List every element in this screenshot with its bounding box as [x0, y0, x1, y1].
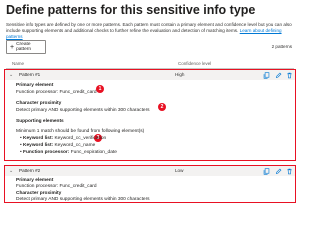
supporting-item-value: Func_expiration_date: [69, 150, 117, 155]
supporting-item-value: Keyword_cc_verification: [53, 136, 107, 141]
plus-icon: +: [10, 43, 15, 51]
callout-badge-2: 2: [158, 103, 166, 111]
pattern-count: 2 patterns: [271, 44, 292, 49]
delete-icon[interactable]: [286, 168, 293, 175]
delete-icon[interactable]: [286, 72, 293, 79]
chevron-down-icon[interactable]: ⌄: [9, 72, 13, 78]
primary-element-heading: Primary element: [16, 83, 54, 88]
pattern-name: Pattern #2: [19, 168, 41, 173]
supporting-item-key: Keyword list:: [23, 143, 54, 148]
edit-icon[interactable]: [275, 72, 282, 79]
primary-element-heading: Primary element: [16, 178, 54, 183]
create-pattern-button[interactable]: + Create pattern: [6, 40, 46, 54]
character-proximity-value: Detect primary AND supporting elements w…: [16, 197, 150, 202]
confidence-level: High: [175, 72, 185, 77]
supporting-elements-intro: Minimum 1 match should be found from fol…: [16, 129, 145, 134]
primary-element-value: Function processor: Func_credit_card: [16, 90, 97, 95]
column-header-confidence: Confidence level: [178, 61, 212, 66]
supporting-item-key: Keyword list:: [23, 136, 54, 141]
create-pattern-label: Create pattern: [16, 42, 32, 52]
confidence-level: Low: [175, 168, 184, 173]
supporting-item-3: • Function processor: Func_expiration_da…: [20, 150, 117, 155]
copy-icon[interactable]: [263, 71, 270, 79]
pattern-name: Pattern #1: [19, 72, 41, 77]
callout-badge-1: 1: [96, 85, 104, 93]
supporting-item-key: Function processor:: [23, 150, 70, 155]
supporting-item-value: Keyword_cc_name: [53, 143, 96, 148]
character-proximity-heading: Character proximity: [16, 101, 62, 106]
copy-icon[interactable]: [263, 167, 270, 175]
page-description: Sensitive info types are defined by one …: [6, 22, 294, 41]
page-title: Define patterns for this sensitive info …: [6, 3, 256, 17]
primary-element-value: Function processor: Func_credit_card: [16, 184, 97, 189]
character-proximity-value: Detect primary AND supporting elements w…: [16, 108, 150, 113]
chevron-down-icon[interactable]: ⌄: [9, 168, 13, 174]
supporting-item-1: • Keyword list: Keyword_cc_verification: [20, 136, 107, 141]
table-header: Name Confidence level: [6, 60, 294, 69]
edit-icon[interactable]: [275, 168, 282, 175]
column-header-name: Name: [12, 61, 25, 66]
supporting-elements-heading: Supporting elements: [16, 119, 64, 124]
pattern-row-header[interactable]: [5, 166, 295, 176]
character-proximity-heading: Character proximity: [16, 191, 62, 196]
pattern-card-1: ⌄ Pattern #1 High Primary element Functi…: [4, 69, 296, 161]
supporting-item-2: • Keyword list: Keyword_cc_name: [20, 143, 96, 148]
pattern-card-2: ⌄ Pattern #2 Low Primary element Functio…: [4, 165, 296, 203]
pattern-row-header[interactable]: [5, 70, 295, 80]
